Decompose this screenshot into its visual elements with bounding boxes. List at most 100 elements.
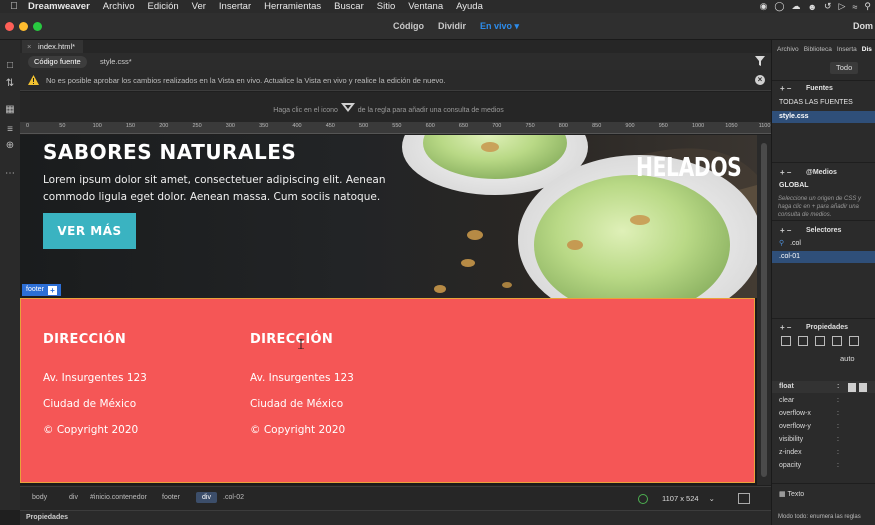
texto-section[interactable]: ▦ Texto <box>772 489 875 501</box>
crumb-div[interactable]: div <box>69 494 78 501</box>
prop-colon: : <box>837 462 839 469</box>
add-remove-icon[interactable]: + – <box>780 84 791 93</box>
border-icon[interactable] <box>815 336 825 346</box>
menu-sitio[interactable]: Sitio <box>377 1 395 12</box>
background-icon[interactable] <box>832 336 842 346</box>
ruler-tick: 1100 <box>758 123 771 129</box>
media-query-add-icon <box>340 103 355 112</box>
prop-colon: : <box>837 383 840 390</box>
canvas-scrollbar[interactable] <box>757 135 771 485</box>
time-machine-icon[interactable]: ↺ <box>824 1 832 12</box>
code-inspect-icon[interactable]: ▦ <box>4 104 16 116</box>
warning-icon <box>28 75 39 85</box>
volume-icon[interactable]: ▷ <box>839 1 846 12</box>
divider <box>772 220 875 221</box>
document-icon[interactable]: □ <box>4 60 16 72</box>
user-icon[interactable]: ☻ <box>808 2 817 12</box>
chevron-down-icon[interactable]: ▾ <box>515 21 520 31</box>
ver-mas-button[interactable]: VER MÁS <box>43 213 136 249</box>
ruler[interactable]: 0 50 100 150 200 250 300 350 400 450 500 550 600 650 7… <box>20 122 771 134</box>
live-view-canvas[interactable]: SABORES NATURALES Lorem ipsum dolor sit … <box>20 135 757 485</box>
crumb-footer[interactable]: footer <box>162 494 180 501</box>
text-icon[interactable] <box>798 336 808 346</box>
layout-icon[interactable] <box>781 336 791 346</box>
filter-icon[interactable] <box>755 56 765 66</box>
tab-css-designer[interactable]: Dis <box>862 46 872 53</box>
source-style-css[interactable]: style.css <box>772 111 875 123</box>
target-icon[interactable]: ⊕ <box>4 140 16 152</box>
selector-col-01[interactable]: .col-01 <box>772 251 875 263</box>
zoom-window-button[interactable] <box>33 22 42 31</box>
prop-overflow-x[interactable]: overflow-x: <box>772 408 875 420</box>
window-size-value: 1107 x 524 <box>662 494 699 503</box>
tag-selector: body div #inicio.contenedor footer div .… <box>20 486 771 510</box>
source-code-tab[interactable]: Código fuente <box>28 56 87 68</box>
minimize-window-button[interactable] <box>19 22 28 31</box>
workspace-switcher[interactable]: Dom <box>853 21 873 31</box>
style-css-tab[interactable]: style.css* <box>94 56 138 68</box>
more-icon[interactable]: ⋯ <box>4 168 16 180</box>
prop-opacity[interactable]: opacity: <box>772 460 875 472</box>
wifi-icon[interactable]: ≈ <box>852 2 857 12</box>
tab-insertar[interactable]: Inserta <box>837 46 857 53</box>
window-size-select[interactable]: 1107 x 524 ⌄ <box>660 492 728 506</box>
float-right-icon[interactable] <box>859 383 867 392</box>
more-properties-icon[interactable] <box>849 336 859 346</box>
property-value[interactable]: auto <box>840 354 855 363</box>
hero-section[interactable]: SABORES NATURALES Lorem ipsum dolor sit … <box>20 135 757 298</box>
view-split-button[interactable]: Dividir <box>438 21 466 32</box>
scrollbar-thumb[interactable] <box>761 143 767 477</box>
float-left-icon[interactable] <box>848 383 856 392</box>
medios-title: @Medios <box>806 169 837 176</box>
crumb-div-selected[interactable]: div <box>196 492 217 503</box>
sort-arrows-icon[interactable]: ⇅ <box>4 78 16 90</box>
properties-label[interactable]: Propiedades <box>26 514 68 521</box>
add-remove-icon[interactable]: + – <box>780 168 791 177</box>
prop-overflow-y[interactable]: overflow-y: <box>772 421 875 433</box>
menu-herramientas[interactable]: Herramientas <box>264 1 321 12</box>
menu-ayuda[interactable]: Ayuda <box>456 1 483 12</box>
footer-section[interactable]: DIRECCIÓN Av. Insurgentes 123 Ciudad de … <box>20 298 755 483</box>
menu-buscar[interactable]: Buscar <box>334 1 364 12</box>
element-hud[interactable]: footer + <box>22 284 61 296</box>
tab-index-html[interactable]: × index.html* <box>22 40 84 53</box>
view-code-button[interactable]: Código <box>393 21 424 32</box>
menu-ventana[interactable]: Ventana <box>408 1 443 12</box>
add-remove-icon[interactable]: + – <box>780 323 791 332</box>
menu-edicion[interactable]: Edición <box>147 1 178 12</box>
prop-clear[interactable]: clear: <box>772 395 875 407</box>
view-live-button[interactable]: En vivo ▾ <box>480 21 519 32</box>
close-warning-button[interactable]: × <box>755 75 765 85</box>
apple-menu-icon[interactable]:  <box>0 1 28 12</box>
indent-icon[interactable]: ≡ <box>4 124 16 136</box>
close-window-button[interactable] <box>5 22 14 31</box>
search-icon[interactable]: ⚲ <box>864 1 871 12</box>
propiedades-header: + – Propiedades <box>772 321 875 334</box>
menu-ver[interactable]: Ver <box>192 1 206 12</box>
fuentes-title: Fuentes <box>806 85 833 92</box>
prop-visibility[interactable]: visibility: <box>772 434 875 446</box>
tab-archivos[interactable]: Archivo <box>777 46 799 53</box>
media-global[interactable]: GLOBAL <box>772 180 875 192</box>
record-icon[interactable]: ◉ <box>760 1 768 12</box>
prop-z-index[interactable]: z-index: <box>772 447 875 459</box>
tab-biblioteca[interactable]: Biblioteca <box>804 46 832 53</box>
menu-app[interactable]: Dreamweaver <box>28 1 90 12</box>
ruler-tick: 800 <box>558 123 568 129</box>
cloud-icon[interactable]: ☁ <box>792 1 801 12</box>
add-element-icon[interactable]: + <box>47 285 57 295</box>
prop-name: visibility <box>779 436 804 443</box>
source-all[interactable]: TODAS LAS FUENTES <box>772 97 875 109</box>
todo-button[interactable]: Todo <box>830 62 859 74</box>
crumb-inicio-contenedor[interactable]: #inicio.contenedor <box>90 494 147 501</box>
add-remove-icon[interactable]: + – <box>780 226 791 235</box>
menu-insertar[interactable]: Insertar <box>219 1 251 12</box>
menu-archivo[interactable]: Archivo <box>103 1 135 12</box>
selector-search[interactable]: ⚲ .col <box>772 238 875 250</box>
creative-cloud-icon[interactable]: ◯ <box>774 1 784 12</box>
crumb-col-02[interactable]: .col-02 <box>223 494 244 501</box>
close-tab-icon[interactable]: × <box>27 40 31 53</box>
ruler-tick: 950 <box>658 123 668 129</box>
crumb-body[interactable]: body <box>32 494 47 501</box>
preview-icon[interactable] <box>738 493 750 504</box>
